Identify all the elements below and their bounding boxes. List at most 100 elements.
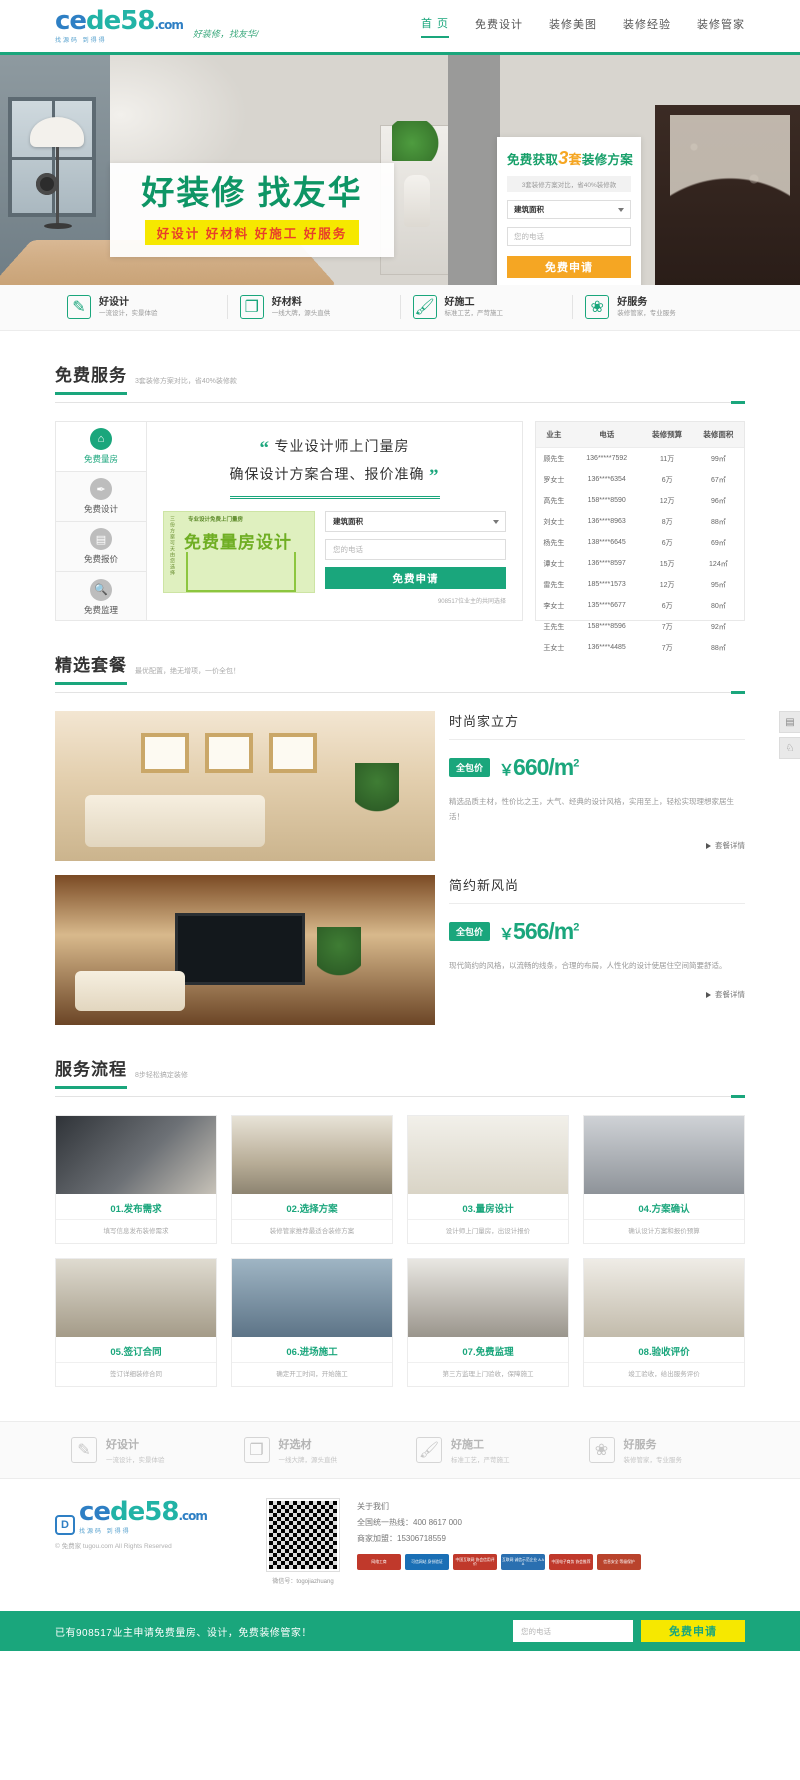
cell-owner: 王先生 [543,623,565,631]
certification-badge[interactable]: 中国互联网 协会信用评价 [453,1554,497,1570]
package-detail-link[interactable]: 套餐详情 [449,840,745,851]
process-step-desc: 设计师上门量房，出设计报价 [445,1228,531,1235]
brush-icon: 🖌 [416,1437,442,1463]
cell-phone: 136****6354 [587,476,626,483]
table-header-budget: 装修预算 [641,422,693,448]
footer-feature-strip: ✎ 好设计 一流设计，实景体验 ❐ 好选材 一线大牌，源头直供 🖌 好施工 标准… [0,1421,800,1479]
footer-logo[interactable]: D cede58.com 找源码 到得得 [55,1499,255,1535]
certification-badge[interactable]: 互联网 诚信示范企业 A A A [501,1554,545,1570]
footer-feature-desc: 装修管家，专业服务 [623,1457,683,1464]
process-step-card[interactable]: 06.进场施工 确定开工时间，开始施工 [231,1258,393,1387]
bottom-bar-phone-input[interactable]: 您的电话 [513,1620,633,1642]
feature-desc: 标准工艺，严苛施工 [444,309,504,317]
process-step-title: 05.签订合同 [56,1337,216,1363]
cell-area: 99㎡ [710,455,726,463]
certification-badge[interactable]: 可信网站 身份验证 [405,1554,449,1570]
process-step-card[interactable]: 07.免费监理 第三方监理上门验收，保障施工 [407,1258,569,1387]
tab-free-quote[interactable]: ▤ 免费报价 [56,522,146,572]
process-heading: 服务流程 8步轻松搞定装修 [55,1055,745,1098]
certification-badge[interactable]: 信息安全 等级保护 [597,1554,641,1570]
clipboard-icon: ▤ [90,528,112,550]
hero-submit-button[interactable]: 免费申请 [507,256,631,278]
process-step-desc: 签订详细装修合同 [110,1371,162,1378]
tab-free-measure[interactable]: ⌂ 免费量房 [56,422,146,472]
plant-icon [317,927,361,989]
feature-strip: ✎ 好设计 一流设计，实景体验 ❐ 好材料 一线大牌，源头直供 🖌 好施工 标准… [0,285,800,331]
quote-text-2: 确保设计方案合理、报价准确 [229,468,425,483]
feature-item-design: ✎ 好设计 一流设计，实景体验 [55,295,228,319]
section-subtitle: 3套装修方案对比，省40%装修款 [135,378,237,385]
cell-area: 67㎡ [710,476,726,484]
nav-item-gallery[interactable]: 装修美图 [549,16,597,37]
hero-window-decor [8,97,96,217]
footer-franchise: 商家加盟：15306718559 [357,1534,446,1543]
feature-desc: 装修管家，专业服务 [617,309,676,317]
process-step-title: 03.量房设计 [408,1194,568,1220]
bottom-bar-submit-button[interactable]: 免费申请 [641,1620,745,1642]
about-us-link[interactable]: 关于我们 [357,1499,745,1515]
process-step-card[interactable]: 02.选择方案 装修管家推荐最适合装修方案 [231,1115,393,1244]
certification-badge[interactable]: 中国电子商务 协会推荐 [549,1554,593,1570]
service-submit-button[interactable]: 免费申请 [325,567,506,589]
process-grid: 01.发布需求 填写信息发布装修需求 02.选择方案 装修管家推荐最适合装修方案 03.… [55,1115,745,1387]
site-logo[interactable]: cede58.com 找源码 到得得 好装修，找友华/ [55,8,258,44]
process-step-card[interactable]: 01.发布需求 填写信息发布装修需求 [55,1115,217,1244]
table-header-owner: 业主 [536,422,572,448]
brush-icon: 🖌 [412,295,437,319]
feature-title: 好施工 [444,296,475,308]
cell-area: 124㎡ [709,560,728,568]
hero-area-select[interactable]: 建筑面积 [507,200,631,219]
cell-budget: 11万 [660,455,675,463]
free-service-form: 建筑面积 您的电话 免费申请 908517位业主的共同选择 [325,511,506,605]
hero-phone-input[interactable]: 您的电话 [507,227,631,246]
hero-form-title-unit: 套 [568,152,582,167]
process-step-card[interactable]: 08.验收评价 竣工验收，给出服务评价 [583,1258,745,1387]
cell-budget: 12万 [659,497,675,505]
layers-icon: ❐ [243,1437,270,1463]
package-card[interactable]: 时尚家立方 全包价 ￥660/m2 精选品质主材，性价比之王，大气、经典的设计风… [55,711,745,861]
process-step-card[interactable]: 05.签订合同签订详细装修合同 [55,1258,217,1387]
table-row: 雷先生 185****1573 12万 95㎡ [536,574,744,595]
hero-lead-form: 免费获取3套装修方案 3套装修方案对比，省40%装修款 建筑面积 您的电话 免费… [497,137,641,285]
hero-form-title-prefix: 免费获取 [507,153,559,167]
section-title: 免费服务 [55,361,127,395]
process-step-desc: 第三方监理上门验收，保障施工 [442,1371,534,1378]
nav-item-home[interactable]: 首 页 [420,15,449,38]
bell-icon[interactable]: ♘ [779,737,800,759]
process-step-desc: 竣工验收，给出服务评价 [628,1371,700,1378]
logo-text-num: 58 [120,6,155,36]
play-triangle-icon [706,843,711,849]
cell-owner: 刘女士 [543,518,565,526]
hero-branch-icon [670,115,790,275]
tab-free-design[interactable]: ✒ 免费设计 [56,472,146,522]
section-divider [55,691,745,694]
process-step-desc: 确定开工时间，开始施工 [276,1371,348,1378]
footer-feature-construction: 🖌 好施工 标准工艺，严苛施工 [400,1436,573,1464]
cell-owner: 高先生 [543,497,565,505]
cell-budget: 12万 [659,581,675,589]
feature-item-service: ❀ 好服务 装修管家，专业服务 [573,295,745,319]
nav-item-experience[interactable]: 装修经验 [623,16,671,37]
package-card[interactable]: 简约新风尚 全包价 ￥566/m2 现代简约的风格，以流畅的线条，合理的布局，人… [55,875,745,1025]
process-step-card[interactable]: 03.量房设计设计师上门量房，出设计报价 [407,1115,569,1244]
process-section: 服务流程 8步轻松搞定装修 01.发布需求 填写信息发布装修需求 02.选择方案 装修… [55,1025,745,1387]
nav-item-free-design[interactable]: 免费设计 [475,16,523,37]
cell-phone: 135****6677 [587,602,626,609]
free-service-tabs: ⌂ 免费量房 ✒ 免费设计 ▤ 免费报价 🔍 免费监理 [55,421,147,621]
nav-item-butler[interactable]: 装修管家 [697,16,745,37]
tab-free-supervision[interactable]: 🔍 免费监理 [56,572,146,622]
cell-phone: 158****8590 [587,497,626,504]
process-step-photo [232,1259,392,1337]
wall-art-icon [205,733,253,773]
qr-icon[interactable]: ▤ [779,711,800,733]
package-price-row: 全包价 ￥566/m2 [449,918,745,945]
cell-owner: 李女士 [543,602,565,610]
process-step-card[interactable]: 04.方案确认 确认设计方案和报价预算 [583,1115,745,1244]
service-phone-input[interactable]: 您的电话 [325,539,506,560]
service-area-select[interactable]: 建筑面积 [325,511,506,532]
footer-contact-info: 关于我们 全国统一热线：400 8617 000 商家加盟：1530671855… [351,1499,745,1570]
certification-badge[interactable]: 网络工商 [357,1554,401,1570]
free-service-heading: 免费服务 3套装修方案对比，省40%装修款 [55,361,745,404]
free-service-section: 免费服务 3套装修方案对比，省40%装修款 ⌂ 免费量房 ✒ 免费设计 ▤ 免费… [55,331,745,652]
package-detail-link[interactable]: 套餐详情 [449,989,745,1000]
